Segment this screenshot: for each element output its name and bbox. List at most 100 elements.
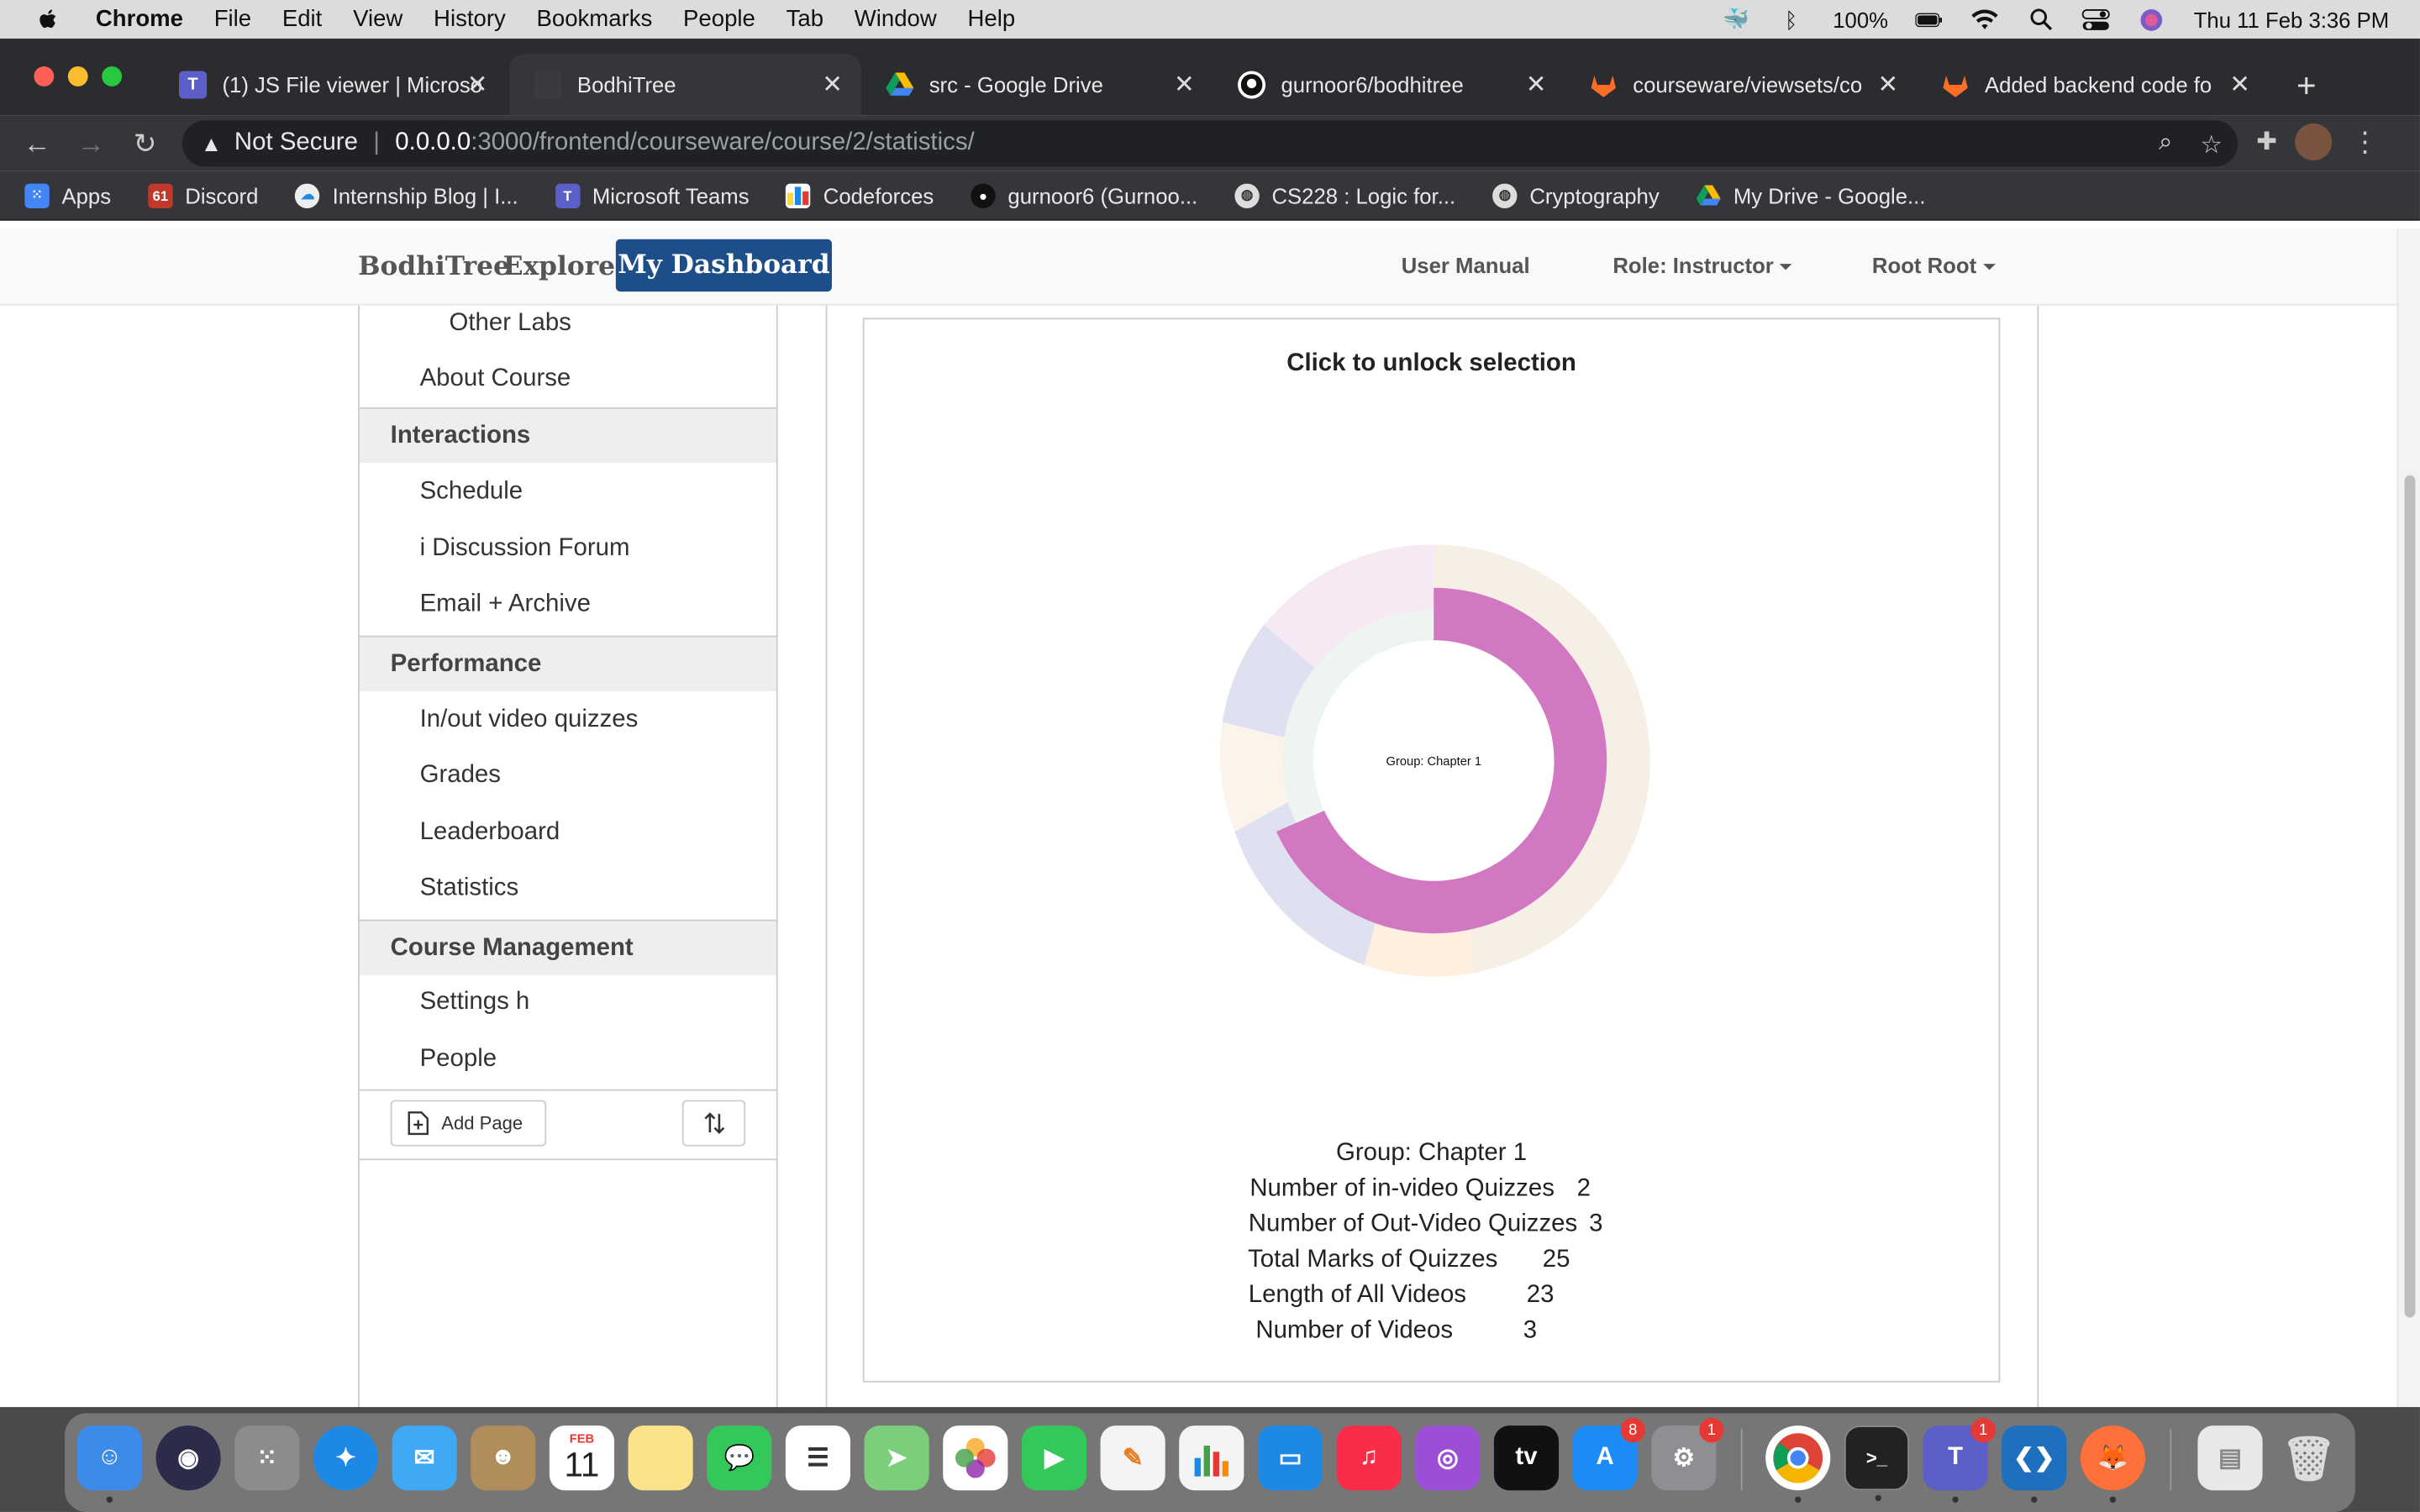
- tab-github-repo[interactable]: gurnoor6/bodhitree ✕: [1213, 54, 1565, 115]
- zoom-icon[interactable]: ⌕: [2159, 129, 2172, 160]
- trash-icon[interactable]: 🗑: [2276, 1425, 2341, 1490]
- close-tab-icon[interactable]: ✕: [1174, 70, 1195, 101]
- sidebar-item-people[interactable]: People: [360, 1032, 776, 1088]
- user-dropdown[interactable]: Root Root: [1872, 253, 1996, 278]
- teams-icon[interactable]: T1: [1923, 1417, 1996, 1503]
- spotlight-icon[interactable]: [2027, 7, 2054, 31]
- launchpad-icon[interactable]: ⁙: [234, 1425, 300, 1491]
- bookmark-apps[interactable]: ⁙ Apps: [24, 182, 111, 208]
- tab-bodhitree[interactable]: BodhiTree ✕: [509, 54, 861, 116]
- maximize-window-icon[interactable]: [102, 66, 123, 87]
- menu-history[interactable]: History: [434, 6, 506, 32]
- sidebar-item-quizzes[interactable]: In/out video quizzes: [360, 693, 776, 748]
- maps-icon[interactable]: ➤: [864, 1425, 929, 1491]
- chrome-icon[interactable]: [1765, 1425, 1831, 1503]
- unlock-selection-title[interactable]: Click to unlock selection: [865, 350, 1999, 378]
- profile-avatar[interactable]: [2295, 123, 2333, 161]
- scrollbar-thumb[interactable]: [2404, 475, 2416, 1318]
- finder-icon[interactable]: ☺: [76, 1425, 142, 1503]
- forward-icon[interactable]: →: [72, 125, 109, 162]
- tab-js-file-viewer[interactable]: T (1) JS File viewer | Microso ✕: [155, 54, 507, 115]
- reload-icon[interactable]: ↻: [127, 125, 164, 162]
- calendar-icon[interactable]: FEB 11: [549, 1425, 615, 1491]
- bookmark-internship-blog[interactable]: ☁ Internship Blog | I...: [295, 182, 518, 208]
- battery-icon[interactable]: [1916, 7, 1944, 31]
- siri-icon[interactable]: [2139, 7, 2166, 31]
- bookmark-microsoft-teams[interactable]: T Microsoft Teams: [555, 182, 750, 208]
- podcasts-icon[interactable]: ◎: [1415, 1425, 1481, 1491]
- app-store-icon[interactable]: A8: [1572, 1417, 1645, 1491]
- menu-people[interactable]: People: [683, 6, 755, 32]
- docker-icon[interactable]: 🐳: [1722, 6, 1749, 31]
- security-label[interactable]: Not Secure: [234, 129, 358, 157]
- sidebar-item-email-archive[interactable]: Email + Archive: [360, 577, 776, 633]
- terminal-icon[interactable]: >_: [1844, 1425, 1909, 1502]
- close-window-icon[interactable]: [34, 66, 55, 87]
- apple-icon[interactable]: [34, 5, 61, 33]
- bluetooth-icon[interactable]: ᛒ: [1777, 7, 1805, 31]
- menu-help[interactable]: Help: [967, 6, 1015, 32]
- tab-google-drive[interactable]: src - Google Drive ✕: [861, 54, 1213, 115]
- vscode-icon[interactable]: ❮❯: [2002, 1425, 2067, 1503]
- menu-file[interactable]: File: [214, 6, 251, 32]
- messages-icon[interactable]: 💬: [707, 1425, 772, 1491]
- sidebar-item-grades[interactable]: Grades: [360, 748, 776, 804]
- contacts-icon[interactable]: ☻: [471, 1425, 536, 1491]
- tab-gitlab-backend[interactable]: Added backend code for ✕: [1917, 54, 2269, 115]
- extensions-icon[interactable]: ✚: [2256, 127, 2277, 158]
- close-tab-icon[interactable]: ✕: [2229, 70, 2250, 101]
- keynote-icon[interactable]: ▭: [1257, 1425, 1323, 1491]
- address-bar[interactable]: ▲ Not Secure | 0.0.0.0 :3000/frontend/co…: [182, 120, 2238, 167]
- new-tab-icon[interactable]: +: [2296, 66, 2317, 107]
- bookmark-star-icon[interactable]: ☆: [2201, 129, 2223, 160]
- reorder-button[interactable]: [681, 1100, 746, 1147]
- sidebar-item-discussion-forum[interactable]: i Discussion Forum: [360, 522, 776, 577]
- menu-bookmarks[interactable]: Bookmarks: [537, 6, 653, 32]
- menu-tab[interactable]: Tab: [786, 6, 823, 32]
- close-tab-icon[interactable]: ✕: [822, 70, 843, 101]
- mail-icon[interactable]: ✉: [392, 1425, 457, 1491]
- brand-link[interactable]: BodhiTree: [358, 251, 510, 282]
- explore-link[interactable]: Explore: [503, 251, 615, 282]
- firefox-icon[interactable]: 🦊: [2080, 1425, 2146, 1503]
- tab-gitlab-viewsets[interactable]: courseware/viewsets/cour ✕: [1565, 54, 1917, 115]
- sidebar-item-about-course[interactable]: About Course: [360, 352, 776, 407]
- bookmark-gurnoor6[interactable]: ● gurnoor6 (Gurnoo...: [971, 182, 1197, 208]
- apple-tv-icon[interactable]: tv: [1493, 1425, 1560, 1491]
- documents-stack-icon[interactable]: ▤: [2197, 1425, 2263, 1491]
- user-manual-link[interactable]: User Manual: [1402, 253, 1530, 277]
- back-icon[interactable]: ←: [18, 125, 55, 162]
- sidebar-item-schedule[interactable]: Schedule: [360, 465, 776, 520]
- chrome-menu-icon[interactable]: ⋮: [2351, 126, 2379, 159]
- menu-window[interactable]: Window: [855, 6, 937, 32]
- sidebar-item-leaderboard[interactable]: Leaderboard: [360, 806, 776, 861]
- add-page-button[interactable]: Add Page: [390, 1100, 547, 1147]
- notes-icon[interactable]: [628, 1425, 693, 1491]
- safari-icon[interactable]: ✦: [313, 1425, 378, 1491]
- siri-icon[interactable]: ◉: [155, 1425, 221, 1491]
- role-dropdown[interactable]: Role: Instructor: [1612, 253, 1792, 278]
- wifi-icon[interactable]: [1971, 7, 1999, 31]
- pages-icon[interactable]: ✎: [1100, 1425, 1165, 1491]
- menu-app-name[interactable]: Chrome: [96, 6, 183, 32]
- bookmark-cryptography[interactable]: ◍ Cryptography: [1492, 182, 1660, 208]
- control-center-icon[interactable]: [2082, 7, 2111, 31]
- photos-icon[interactable]: [943, 1425, 1008, 1491]
- menu-view[interactable]: View: [353, 6, 402, 32]
- bookmark-my-drive[interactable]: My Drive - Google...: [1696, 183, 1925, 207]
- close-tab-icon[interactable]: ✕: [1526, 70, 1547, 101]
- warning-icon[interactable]: ▲: [201, 131, 222, 155]
- bookmark-codeforces[interactable]: Codeforces: [786, 182, 934, 208]
- system-preferences-icon[interactable]: ⚙ 1: [1651, 1417, 1724, 1491]
- bookmark-discord[interactable]: 61 Discord: [148, 182, 258, 208]
- facetime-icon[interactable]: ▶: [1021, 1425, 1087, 1491]
- bookmark-cs228[interactable]: ◍ CS228 : Logic for...: [1234, 182, 1455, 208]
- my-dashboard-button[interactable]: My Dashboard: [615, 239, 832, 292]
- numbers-icon[interactable]: [1179, 1425, 1244, 1491]
- page-scrollbar[interactable]: [2396, 228, 2420, 1408]
- sidebar-item-settings[interactable]: Settings h: [360, 975, 776, 1031]
- menubar-clock[interactable]: Thu 11 Feb 3:36 PM: [2194, 7, 2390, 31]
- menu-edit[interactable]: Edit: [282, 6, 322, 32]
- sidebar-item-other-labs[interactable]: Other Labs: [360, 297, 776, 352]
- statistics-sunburst-chart[interactable]: Group: Chapter 1: [1218, 544, 1650, 977]
